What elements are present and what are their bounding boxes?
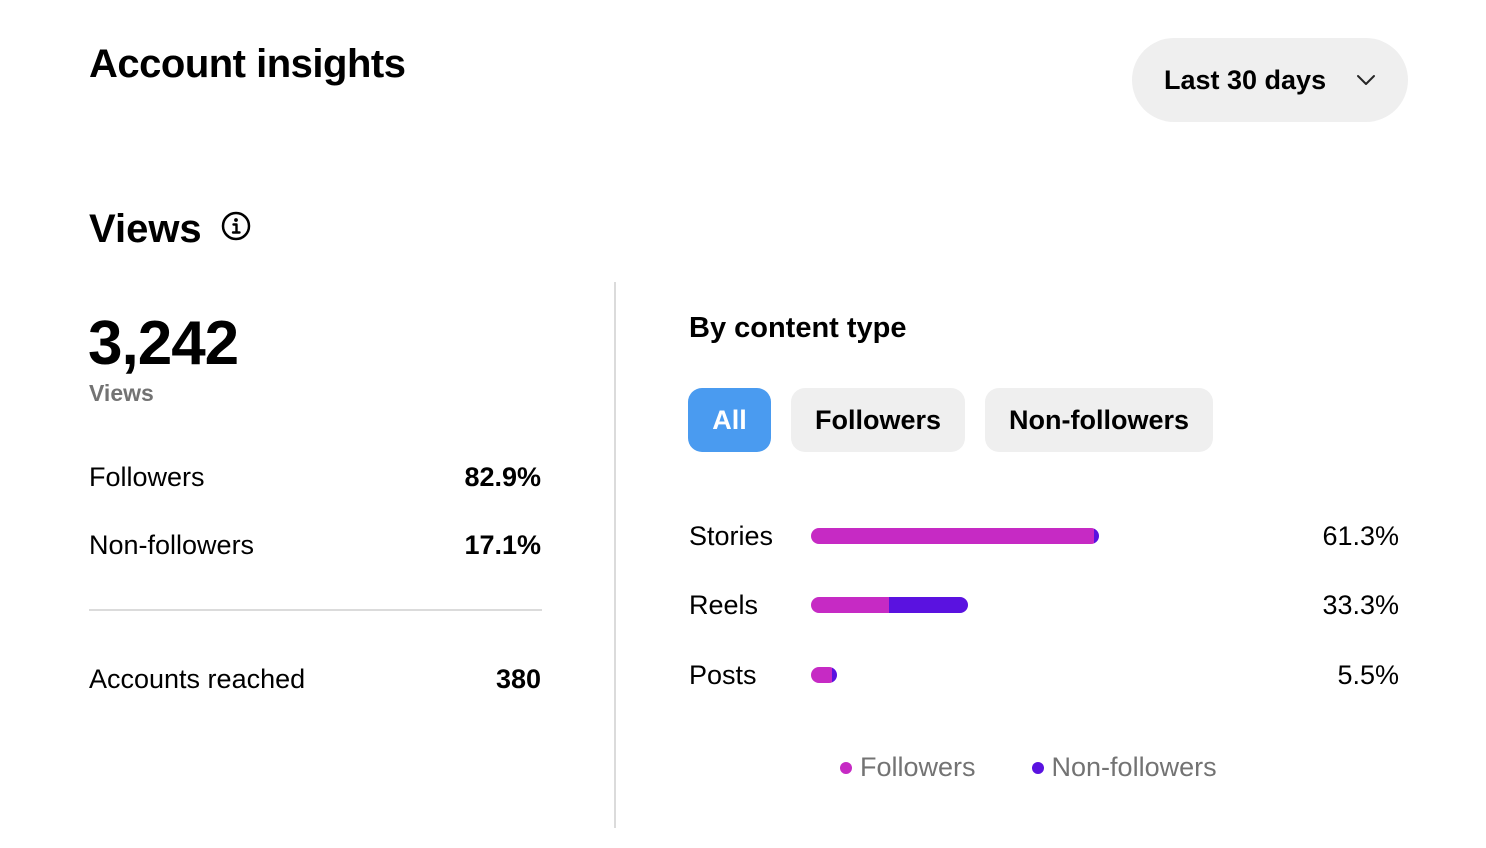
- followers-stat-row: Followers 82.9%: [89, 457, 541, 497]
- views-total: 3,242: [88, 309, 239, 378]
- bar-label-stories: Stories: [689, 520, 774, 551]
- bar-stories: [811, 528, 1100, 544]
- bar-track: [811, 667, 1281, 683]
- content-filter-tabs: All Followers Non-followers: [688, 388, 1214, 452]
- info-icon[interactable]: [220, 210, 252, 242]
- legend-item-followers: Followers: [840, 752, 976, 783]
- non-followers-segment: [832, 667, 837, 683]
- followers-segment: [811, 667, 833, 683]
- page-title: Account insights: [89, 42, 406, 86]
- bar-reels: [811, 597, 968, 613]
- legend-item-non-followers: Non-followers: [1031, 752, 1217, 783]
- non-followers-stat-row: Non-followers 17.1%: [89, 525, 541, 565]
- bar-value-stories: 61.3%: [1322, 520, 1399, 551]
- column-divider: [614, 282, 616, 828]
- bar-label-reels: Reels: [689, 589, 759, 620]
- date-range-dropdown[interactable]: Last 30 days: [1132, 38, 1408, 122]
- legend-label-non-followers: Non-followers: [1051, 752, 1217, 782]
- non-followers-segment: [889, 597, 968, 613]
- bar-row-reels: Reels 33.3%: [689, 585, 1399, 625]
- legend-label-followers: Followers: [860, 752, 976, 782]
- filter-non-followers[interactable]: Non-followers: [985, 388, 1214, 452]
- stats-divider: [89, 609, 542, 611]
- followers-stat-value: 82.9%: [464, 461, 541, 492]
- bar-row-stories: Stories 61.3%: [689, 516, 1399, 556]
- non-followers-stat-label: Non-followers: [89, 529, 255, 560]
- non-followers-segment: [1094, 528, 1100, 544]
- bar-value-reels: 33.3%: [1322, 589, 1399, 620]
- bar-track: [811, 528, 1281, 544]
- date-range-label: Last 30 days: [1164, 64, 1327, 95]
- accounts-reached-row: Accounts reached 380: [89, 659, 541, 699]
- legend-dot-followers: [840, 761, 852, 774]
- non-followers-stat-value: 17.1%: [464, 529, 541, 560]
- legend-dot-non-followers: [1031, 761, 1044, 774]
- content-type-heading: By content type: [689, 312, 907, 344]
- bar-posts: [811, 667, 837, 683]
- accounts-reached-value: 380: [495, 663, 541, 694]
- bar-row-posts: Posts 5.5%: [689, 655, 1399, 695]
- followers-segment: [811, 528, 1095, 544]
- accounts-reached-label: Accounts reached: [89, 663, 306, 694]
- followers-segment: [811, 597, 890, 613]
- filter-followers[interactable]: Followers: [791, 388, 966, 452]
- chart-legend: Followers Non-followers: [840, 752, 1217, 783]
- followers-stat-label: Followers: [89, 461, 205, 492]
- views-total-label: Views: [89, 380, 154, 406]
- filter-all[interactable]: All: [688, 388, 771, 452]
- bar-track: [811, 597, 1281, 613]
- views-heading: Views: [89, 207, 202, 251]
- views-section-header: Views: [89, 203, 252, 255]
- bar-label-posts: Posts: [689, 659, 757, 690]
- bar-value-posts: 5.5%: [1337, 659, 1399, 690]
- chevron-down-icon: [1357, 75, 1375, 85]
